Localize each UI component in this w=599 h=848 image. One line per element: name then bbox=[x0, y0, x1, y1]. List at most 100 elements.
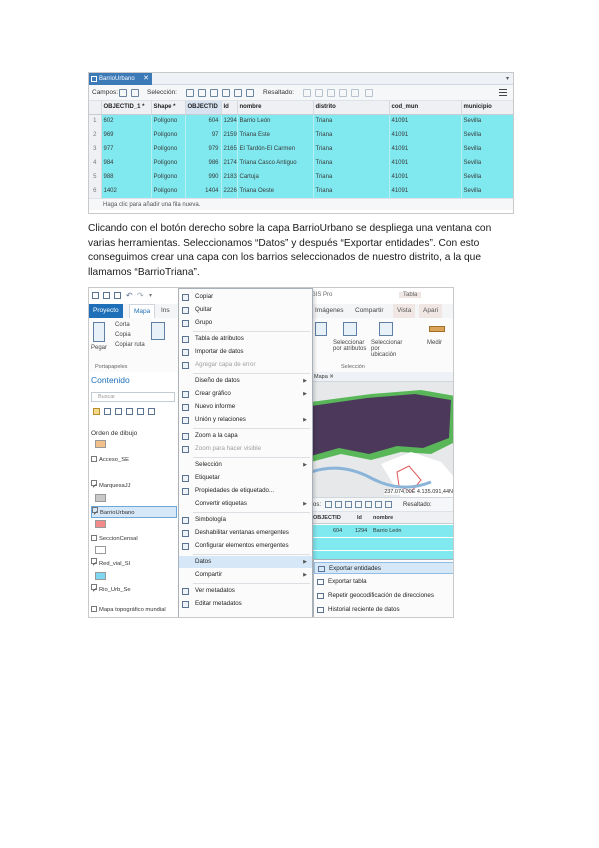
clear-icon[interactable] bbox=[365, 501, 372, 508]
list-by-snapping-icon[interactable] bbox=[137, 408, 144, 415]
layer-checkbox[interactable]: ✓ bbox=[91, 480, 97, 490]
chevron-down-icon[interactable]: ▾ bbox=[506, 73, 509, 85]
highlight-switch-icon[interactable] bbox=[315, 89, 323, 97]
undo-icon[interactable]: ↶ bbox=[126, 291, 133, 300]
measure-button[interactable]: Medir bbox=[427, 340, 442, 346]
tab-imagenes[interactable]: Imágenes bbox=[311, 304, 348, 318]
select-icon[interactable] bbox=[315, 322, 327, 336]
list-by-selection-icon[interactable] bbox=[115, 408, 122, 415]
tab-insertar[interactable]: Ins bbox=[157, 304, 174, 318]
menu-item[interactable]: Zoom para hacer visible bbox=[179, 443, 312, 455]
layer-acceso-se[interactable]: Acceso_SE bbox=[91, 454, 177, 466]
select-by-attributes-button[interactable]: Seleccionar por atributos bbox=[333, 340, 367, 352]
select-icon[interactable] bbox=[345, 501, 352, 508]
menu-item[interactable]: Etiquetar bbox=[179, 472, 312, 484]
menu-item[interactable]: Propiedades de etiquetado... bbox=[179, 485, 312, 497]
column-header[interactable]: distrito bbox=[313, 101, 390, 115]
table-row[interactable]: 2 969 Polígono 97 2159 Triana Este Triana 41091… bbox=[89, 128, 513, 142]
redo-icon[interactable]: ↷ bbox=[137, 291, 144, 300]
tab-mapa[interactable]: Mapa bbox=[129, 304, 156, 318]
menu-item[interactable]: Zoom a la capa bbox=[179, 430, 312, 442]
list-by-source-icon[interactable] bbox=[104, 408, 111, 415]
add-field-icon[interactable] bbox=[119, 89, 127, 97]
menu-item[interactable]: Deshabilitar ventanas emergentes bbox=[179, 527, 312, 539]
menu-item[interactable]: Diseño de datos ▶ bbox=[179, 375, 312, 387]
menu-item[interactable]: Ver metadatos bbox=[179, 585, 312, 597]
layer-basemap[interactable]: Mapa topográfico mundial bbox=[91, 604, 177, 616]
column-header[interactable]: Id bbox=[357, 512, 362, 524]
tab-vista[interactable]: Vista bbox=[393, 304, 416, 318]
menu-item[interactable]: Crear gráfico ▶ bbox=[179, 388, 312, 400]
copy-button[interactable]: Copia bbox=[115, 332, 131, 338]
map-tab[interactable]: Mapa ✕ bbox=[311, 372, 453, 382]
list-by-drawing-order-icon[interactable] bbox=[93, 408, 100, 415]
paste-icon[interactable] bbox=[93, 322, 105, 342]
menu-icon[interactable] bbox=[499, 89, 507, 96]
table-row[interactable]: 604 1294 Barrio León bbox=[311, 525, 453, 537]
column-header[interactable]: OBJECTID bbox=[313, 512, 341, 524]
layer-search-input[interactable]: Buscar bbox=[91, 392, 175, 402]
paste-button[interactable]: Pegar bbox=[91, 345, 107, 351]
highlight-unselect-icon[interactable] bbox=[365, 89, 373, 97]
menu-item[interactable]: Grupo bbox=[179, 317, 312, 329]
table-row[interactable]: 6 1402 Polígono 1404 2226 Triana Oeste Triana 4… bbox=[89, 184, 513, 198]
copy-icon[interactable] bbox=[385, 501, 392, 508]
column-header[interactable] bbox=[89, 101, 102, 115]
highlight-delete-icon[interactable] bbox=[339, 89, 347, 97]
layer-checkbox[interactable] bbox=[91, 606, 97, 612]
tab-proyecto[interactable]: Proyecto bbox=[89, 304, 123, 318]
zoom-to-selection-icon[interactable] bbox=[198, 89, 206, 97]
switch-selection-icon[interactable] bbox=[210, 89, 218, 97]
submenu-item[interactable]: Exportar tabla bbox=[314, 576, 453, 588]
select-by-location-button[interactable]: Seleccionar por ubicación bbox=[371, 340, 405, 358]
menu-item[interactable]: Selección ▶ bbox=[179, 459, 312, 471]
delete-icon[interactable] bbox=[375, 501, 382, 508]
tab-compartir[interactable]: Compartir bbox=[351, 304, 388, 318]
save-icon[interactable] bbox=[114, 292, 121, 299]
context-tab-tabla[interactable]: Tabla bbox=[399, 292, 422, 298]
menu-item[interactable]: Tabla de atributos bbox=[179, 333, 312, 345]
menu-item[interactable]: Convertir etiquetas ▶ bbox=[179, 498, 312, 510]
layer-rio-urb[interactable]: ✓ Rio_Urb_Se bbox=[91, 584, 177, 596]
menu-item[interactable]: Importar de datos bbox=[179, 346, 312, 358]
layer-checkbox[interactable] bbox=[91, 535, 97, 541]
map-view[interactable]: Mapa ✕ 237.074,00E 4.135.091,44N bbox=[311, 372, 453, 497]
list-by-editing-icon[interactable] bbox=[126, 408, 133, 415]
menu-item[interactable]: Configurar elementos emergentes bbox=[179, 540, 312, 552]
add-field-icon[interactable] bbox=[325, 501, 332, 508]
table-row[interactable]: 5 988 Polígono 990 2183 Cartuja Triana 41091 Sev… bbox=[89, 170, 513, 184]
list-by-labeling-icon[interactable] bbox=[148, 408, 155, 415]
menu-item[interactable]: Agregar capa de error bbox=[179, 359, 312, 371]
submenu-item[interactable]: Historial reciente de datos bbox=[314, 604, 453, 616]
layer-checkbox[interactable]: ✓ bbox=[92, 507, 98, 517]
measure-icon[interactable] bbox=[429, 326, 445, 332]
column-header[interactable]: Shape * bbox=[151, 101, 186, 115]
tab-barrio-urbano[interactable]: BarrioUrbano ✕ bbox=[89, 73, 152, 85]
calculate-field-icon[interactable] bbox=[131, 89, 139, 97]
column-header[interactable]: nombre bbox=[237, 101, 314, 115]
layer-checkbox[interactable]: ✓ bbox=[91, 584, 97, 594]
clear-selection-icon[interactable] bbox=[222, 89, 230, 97]
layer-checkbox[interactable] bbox=[91, 456, 97, 462]
layer-marquesajj[interactable]: ✓ MarquesaJJ bbox=[91, 480, 177, 492]
column-header[interactable]: municipio bbox=[461, 101, 513, 115]
menu-item[interactable]: Compartir ▶ bbox=[179, 569, 312, 581]
table-row[interactable]: 4 984 Polígono 986 2174 Triana Casco Antiguo T… bbox=[89, 156, 513, 170]
cut-button[interactable]: Corta bbox=[115, 322, 130, 328]
layer-checkbox[interactable]: ✓ bbox=[91, 558, 97, 568]
layer-red-vial[interactable]: ✓ Red_vial_SI bbox=[91, 558, 177, 570]
select-by-location-icon[interactable] bbox=[379, 322, 393, 336]
menu-item[interactable]: Simbología bbox=[179, 514, 312, 526]
table-row[interactable] bbox=[311, 538, 453, 550]
table-row[interactable]: 3 977 Polígono 979 2165 El Tardón-El Carmen Tr… bbox=[89, 142, 513, 156]
menu-item[interactable]: Unión y relaciones ▶ bbox=[179, 414, 312, 426]
copy-selection-icon[interactable] bbox=[246, 89, 254, 97]
open-icon[interactable] bbox=[103, 292, 110, 299]
menu-item[interactable]: Datos ▶ bbox=[179, 556, 312, 568]
column-header[interactable]: cod_mun bbox=[389, 101, 462, 115]
column-header[interactable]: OBJECTID bbox=[185, 101, 222, 115]
column-header[interactable]: nombre bbox=[373, 512, 393, 524]
highlight-zoom-icon[interactable] bbox=[303, 89, 311, 97]
menu-item[interactable]: Editar metadatos bbox=[179, 598, 312, 610]
tab-apariencia[interactable]: Apari bbox=[419, 304, 443, 318]
